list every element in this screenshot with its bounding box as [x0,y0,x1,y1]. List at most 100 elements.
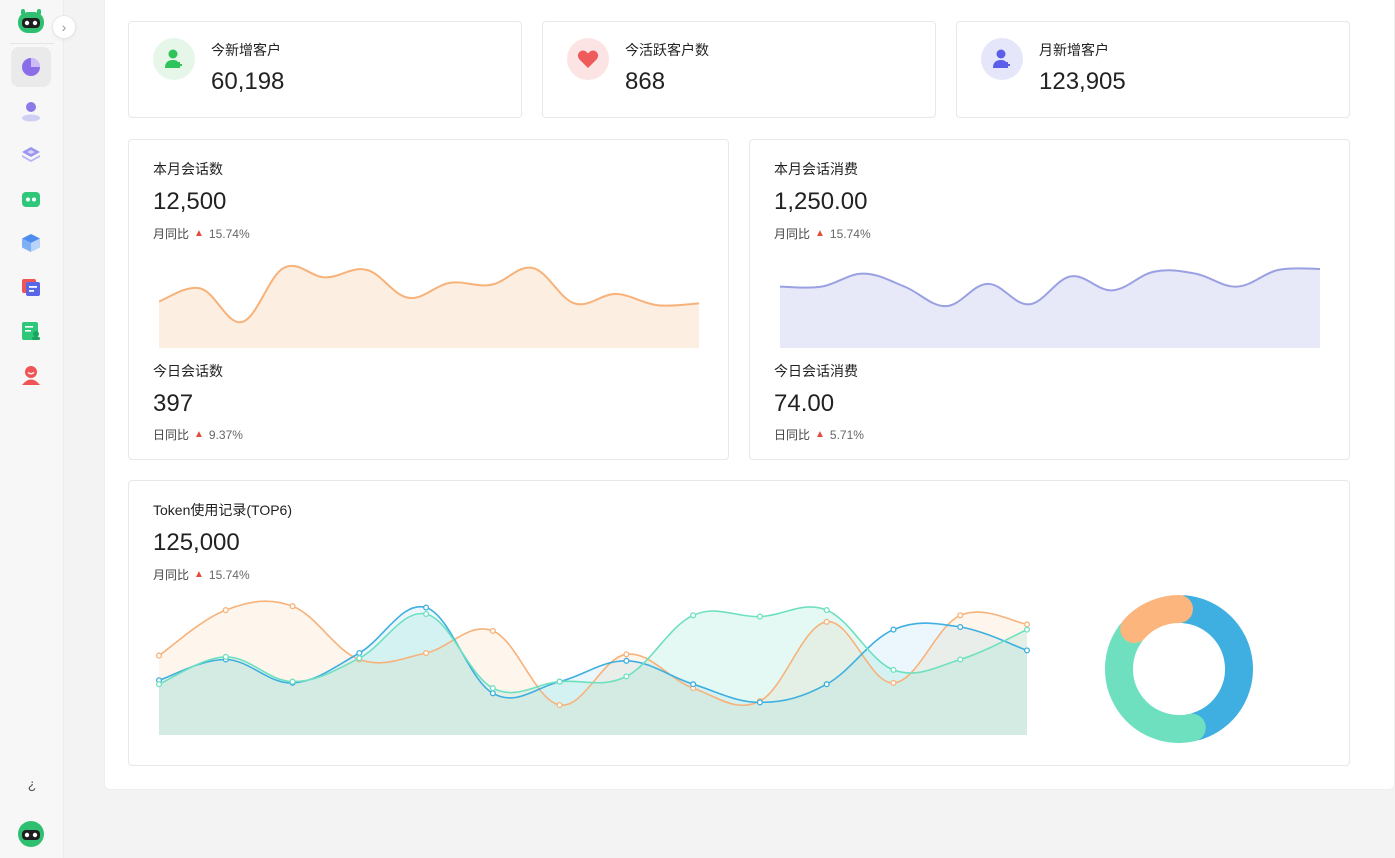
add-user-icon [981,38,1023,80]
data-point [756,699,763,706]
compare-percent: 15.74% [208,226,250,241]
document-user-icon [22,322,40,340]
donut-slice [1120,595,1193,644]
arrow-up-icon: ▲ [815,228,825,239]
sidebar-item-customers[interactable] [11,91,51,131]
session-area-chart [159,265,699,348]
user-icon [22,102,40,122]
data-point [489,627,496,634]
data-point [890,626,897,633]
data-point [1023,621,1031,628]
compare-percent: 15.74% [208,567,250,582]
sidebar-item-conversations[interactable] [11,267,51,307]
token-value: 125,000 [153,529,240,556]
token-title: Token使用记录(TOP6) [153,502,292,518]
stat-value: 123,905 [1039,68,1126,95]
app-logo-icon[interactable] [17,8,45,34]
data-point [623,651,630,658]
sidebar-item-models[interactable] [11,223,51,263]
arrow-up-icon: ▲ [815,429,825,440]
token-line-chart [155,600,1031,735]
data-point [155,652,163,659]
sidebar-item-dashboard[interactable] [11,47,51,87]
stat-card-new-customers: 今新增客户 60,198 [128,21,522,118]
compare-percent: 15.74% [829,226,871,241]
user-avatar[interactable] [17,820,45,848]
chat-cards-icon [22,279,40,296]
data-point [423,649,430,657]
compare-label: 月同比 [774,227,811,241]
day-cost-compare: 日同比 ▲ 5.71% [774,426,864,443]
data-point [690,681,697,688]
data-point [489,685,496,692]
data-point [890,679,897,686]
compare-percent: 9.37% [208,427,243,442]
month-session-value: 12,500 [153,188,227,215]
arrow-up-icon: ▲ [194,569,204,580]
data-point [623,673,630,680]
month-cost-title: 本月会话消费 [774,161,858,177]
day-session-value: 397 [153,390,194,417]
month-cost-compare: 月同比 ▲ 15.74% [774,225,871,242]
data-point [423,610,430,618]
heart-icon [567,38,609,80]
data-point [222,653,229,660]
data-point [356,655,363,662]
stat-card-monthly-customers: 月新增客户 123,905 [956,21,1350,118]
data-point [155,681,163,688]
data-point [957,612,964,619]
data-point [890,666,897,673]
stat-card-active-customers: 今活跃客户数 868 [542,21,936,118]
stat-label: 今新增客户 [211,42,281,58]
arrow-up-icon: ▲ [194,429,204,440]
token-compare: 月同比 ▲ 15.74% [153,566,250,583]
month-cost-value: 1,250.00 [774,188,868,215]
data-point [289,678,296,685]
day-session-compare: 日同比 ▲ 9.37% [153,426,243,443]
month-session-compare: 月同比 ▲ 15.74% [153,225,250,242]
donut-slice [1170,595,1253,741]
data-point [1023,626,1031,633]
sidebar-item-robots[interactable] [11,179,51,219]
area-fill [159,265,699,348]
sidebar-item-records[interactable] [11,311,51,351]
data-point [289,603,296,610]
stat-value: 868 [625,68,666,95]
data-point [556,701,563,709]
data-point [823,618,830,625]
data-point [823,607,830,614]
day-session-title: 今日会话数 [153,363,223,379]
data-point [756,613,763,620]
token-usage-card: Token使用记录(TOP6) 125,000 月同比 ▲ 15.74% [128,480,1350,766]
chevron-right-icon: › [61,19,67,35]
person-icon [22,366,40,385]
compare-label: 日同比 [153,428,190,442]
compare-label: 日同比 [774,428,811,442]
cube-icon [22,234,40,252]
sidebar-divider [10,43,54,44]
donut-slice [1105,619,1206,743]
sidebar-toggle-button[interactable]: › [52,15,76,39]
day-cost-title: 今日会话消费 [774,363,858,379]
data-point [623,657,630,664]
data-point [423,604,430,611]
layers-icon [22,147,40,162]
stat-label: 今活跃客户数 [625,42,709,58]
stat-label: 月新增客户 [1039,42,1109,58]
compare-percent: 5.71% [829,427,864,442]
area-fill [780,268,1320,348]
data-point [957,623,964,631]
sidebar-item-accounts[interactable] [11,355,51,395]
session-count-card: 本月会话数 12,500 月同比 ▲ 15.74% 今日会话数 397 日同比 … [128,139,729,460]
data-point [957,656,964,663]
stat-value: 60,198 [211,68,285,95]
data-point [356,649,363,657]
data-point [556,678,563,685]
help-link-icon[interactable]: ¿ [22,774,42,794]
token-donut-chart [1105,595,1253,743]
cost-area-chart [780,267,1320,348]
data-point [690,612,697,619]
sidebar-item-knowledge[interactable] [11,135,51,175]
compare-label: 月同比 [153,227,190,241]
data-point [1023,647,1031,654]
